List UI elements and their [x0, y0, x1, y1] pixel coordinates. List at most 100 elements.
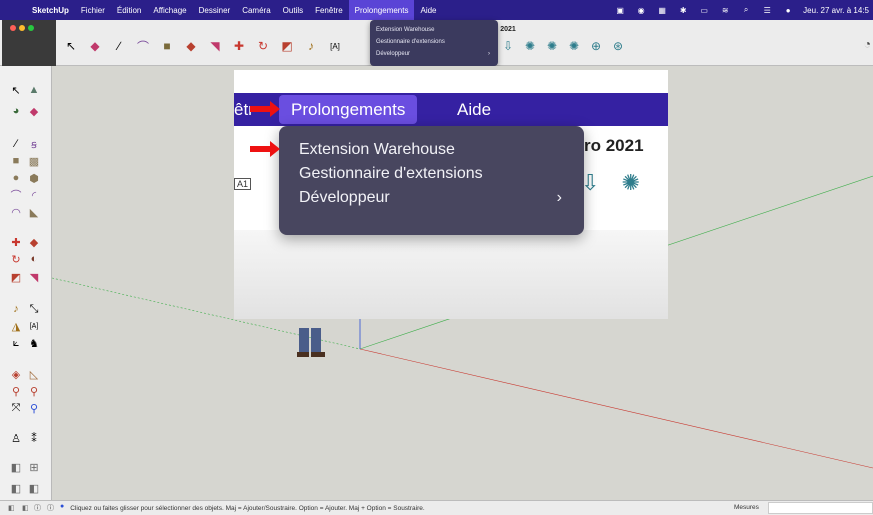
bluetooth-icon[interactable]: ✱	[677, 4, 689, 16]
rotated-rectangle-icon[interactable]: ▩	[26, 153, 42, 169]
eraser-tool-icon[interactable]: ◆	[26, 103, 42, 119]
paint-bucket-icon[interactable]: ◕	[8, 103, 24, 119]
keyboard-icon[interactable]: ▦	[656, 4, 668, 16]
position-camera-icon[interactable]: ♙	[8, 430, 24, 446]
extension-icon-4[interactable]: ⊕	[588, 38, 604, 54]
extension-icon-3[interactable]: ✺	[566, 38, 582, 54]
minimize-window-icon[interactable]	[19, 25, 25, 31]
prolongements-dropdown: Extension Warehouse Gestionnaire d'exten…	[370, 20, 498, 66]
select-tool-icon[interactable]: ↖	[8, 82, 24, 98]
menu-prolongements[interactable]: Prolongements	[348, 0, 415, 20]
extension-icon-1[interactable]: ✺	[522, 38, 538, 54]
menu-item-extension-manager-small[interactable]: Gestionnaire d'extensions	[370, 36, 498, 48]
dimension-tool-icon[interactable]: ⤡	[26, 301, 42, 317]
scale-tool-icon[interactable]: ◩	[8, 269, 24, 285]
rotate-tool-icon[interactable]: ↻	[8, 251, 24, 267]
3d-text-icon[interactable]: ♞	[26, 335, 42, 351]
pie-tool-icon[interactable]: ◠	[8, 204, 24, 220]
push-pull-tool-icon[interactable]: ◆	[182, 38, 200, 54]
zoom-window-icon[interactable]	[28, 25, 34, 31]
rotate-tool-icon[interactable]: ↻	[254, 38, 272, 54]
tape-measure-icon[interactable]: ♪	[8, 301, 24, 317]
select-tool-icon[interactable]: ↖	[62, 38, 80, 54]
measures-label: Mesures	[734, 504, 759, 511]
pan-tool-icon[interactable]: ◺	[26, 366, 42, 382]
section-plane-icon[interactable]: ◧	[8, 459, 24, 475]
display-icon[interactable]: ▣	[614, 4, 626, 16]
offset-tool-icon[interactable]: ◥	[26, 269, 42, 285]
zoom-extents-icon[interactable]: ⤧	[8, 400, 24, 416]
section-display-icon[interactable]: ⊞	[26, 459, 42, 475]
menu-aide[interactable]: Aide	[414, 0, 442, 20]
line-tool-icon[interactable]: ∕	[8, 136, 24, 152]
text-tool-icon[interactable]: [A]	[326, 38, 344, 54]
push-pull-tool-icon[interactable]: ◆	[26, 234, 42, 250]
zoomed-item-extension-manager: Gestionnaire d'extensions	[299, 165, 483, 182]
component-tool-icon[interactable]: ▲	[26, 82, 42, 98]
battery-icon[interactable]: ▭	[698, 4, 710, 16]
menu-affichage[interactable]: Affichage	[147, 0, 192, 20]
protractor-icon[interactable]: ◮	[8, 318, 24, 334]
record-icon[interactable]: ◉	[635, 4, 647, 16]
extension-icon-5[interactable]: ⊛	[610, 38, 626, 54]
menu-edition[interactable]: Édition	[111, 0, 147, 20]
line-tool-icon[interactable]: ∕	[110, 38, 128, 54]
credits-icon[interactable]: ⓘ	[47, 503, 54, 513]
polygon-tool-icon[interactable]: ⬢	[26, 170, 42, 186]
menu-item-developer-small[interactable]: Développeur ›	[370, 48, 498, 60]
apple-menu-icon[interactable]	[10, 0, 26, 20]
status-bar: ◧ ◧ ⓘ ⓘ ● Cliquez ou faites glisser pour…	[0, 500, 873, 515]
macos-menubar: SketchUp Fichier Édition Affichage Dessi…	[0, 0, 873, 20]
menu-fenetre[interactable]: Fenêtre	[309, 0, 349, 20]
freehand-tool-icon[interactable]: ꞩ	[26, 136, 42, 152]
search-icon[interactable]: ⌕	[740, 4, 752, 16]
wifi-icon[interactable]: ≋	[719, 4, 731, 16]
menu-fichier[interactable]: Fichier	[75, 0, 111, 20]
zoom-window-tool-icon[interactable]: ⚲	[26, 383, 42, 399]
status-message: Cliquez ou faites glisser pour sélection…	[70, 504, 425, 512]
follow-me-tool-icon[interactable]: ◐	[26, 251, 42, 267]
shape-tool-icon[interactable]: ■	[158, 38, 176, 54]
zoomed-window-title: ro 2021	[584, 136, 644, 155]
menu-dessiner[interactable]: Dessiner	[193, 0, 237, 20]
siri-icon[interactable]: ●	[782, 4, 794, 16]
axes-tool-icon[interactable]: ⟀	[8, 335, 24, 351]
sandbox-icon[interactable]: ◧	[8, 504, 15, 512]
sandbox-icon-2[interactable]: ◧	[22, 504, 29, 512]
sandbox-icon[interactable]: ◧	[8, 480, 24, 496]
move-tool-icon[interactable]: ✚	[8, 234, 24, 250]
menu-outils[interactable]: Outils	[277, 0, 309, 20]
close-window-icon[interactable]	[10, 25, 16, 31]
sandbox-smoove-icon[interactable]: ◧	[26, 480, 42, 496]
extension-icon-2[interactable]: ✺	[544, 38, 560, 54]
tape-measure-icon[interactable]: ♪	[302, 38, 320, 54]
zoomed-prolongements-dropdown: Extension Warehouse Gestionnaire d'exten…	[279, 126, 584, 235]
rectangle-tool-icon[interactable]: ■	[8, 153, 24, 169]
instructor-icon[interactable]: ◔	[864, 37, 871, 51]
menubar-clock[interactable]: Jeu. 27 avr. à 14:5	[803, 6, 869, 15]
circle-tool-icon[interactable]: ●	[8, 170, 24, 186]
zoomed-menubar: êtr Prolongements Aide	[234, 93, 668, 126]
scale-figure[interactable]	[297, 328, 333, 358]
control-center-icon[interactable]: ☰	[761, 4, 773, 16]
arc-tool-icon[interactable]: ⌒	[134, 38, 152, 54]
orbit-tool-icon[interactable]: ◈	[8, 366, 24, 382]
three-point-arc-icon[interactable]: ◣	[26, 204, 42, 220]
zoom-tool-icon[interactable]: ⚲	[8, 383, 24, 399]
previous-view-icon[interactable]: ⚲	[26, 400, 42, 416]
menu-sketchup[interactable]: SketchUp	[26, 0, 75, 20]
eraser-tool-icon[interactable]: ◆	[86, 38, 104, 54]
menu-item-extension-warehouse-small[interactable]: Extension Warehouse	[370, 24, 498, 36]
user-icon[interactable]: ●	[60, 503, 64, 513]
warehouse-icon[interactable]: ⇩	[500, 38, 516, 54]
scale-tool-icon[interactable]: ◩	[278, 38, 296, 54]
two-point-arc-icon[interactable]: ◜	[26, 187, 42, 203]
move-tool-icon[interactable]: ✚	[230, 38, 248, 54]
follow-me-tool-icon[interactable]: ◥	[206, 38, 224, 54]
menu-camera[interactable]: Caméra	[236, 0, 276, 20]
text-tool-icon[interactable]: [A]	[26, 318, 42, 334]
geolocation-icon[interactable]: ⓘ	[34, 503, 41, 513]
walk-tool-icon[interactable]: ⁑	[26, 430, 42, 446]
arc-tool-icon[interactable]: ⌒	[8, 187, 24, 203]
measures-input[interactable]	[768, 502, 873, 514]
